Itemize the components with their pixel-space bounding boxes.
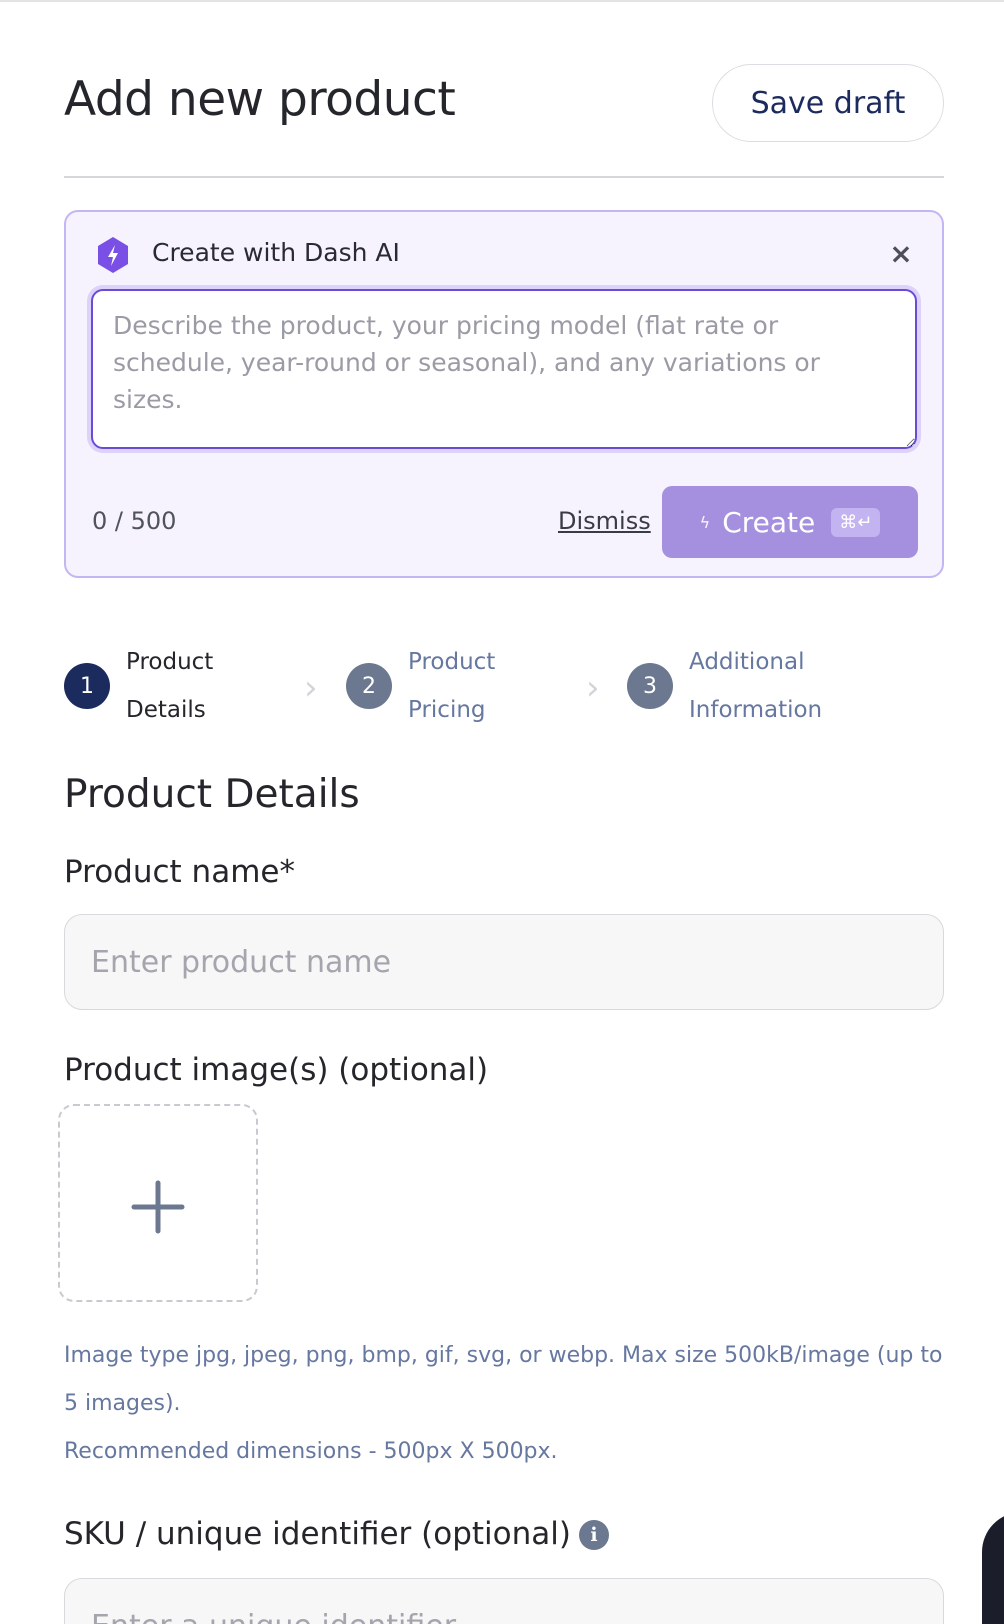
page-title: Add new product bbox=[64, 72, 456, 127]
image-upload-dropzone[interactable] bbox=[58, 1104, 258, 1302]
step-label: Additional Information bbox=[689, 649, 823, 723]
create-button[interactable]: ϟ Create ⌘↵ bbox=[662, 486, 918, 558]
section-title: Product Details bbox=[64, 772, 360, 817]
dash-ai-bolt-hexagon-icon bbox=[98, 237, 128, 273]
dash-ai-panel: Create with Dash AI × 0 / 500 Dismiss ϟ … bbox=[64, 210, 944, 578]
chevron-right-icon: › bbox=[586, 668, 600, 708]
step-product-details[interactable]: 1 Product Details bbox=[64, 638, 266, 734]
step-additional-information[interactable]: 3 Additional Information bbox=[627, 638, 859, 734]
close-icon[interactable]: × bbox=[881, 234, 921, 274]
sku-label: SKU / unique identifier (optional) bbox=[64, 1516, 571, 1552]
window-edge bbox=[982, 1512, 1004, 1624]
add-product-page: Add new product Save draft Create with D… bbox=[0, 0, 1004, 1624]
sku-input[interactable] bbox=[64, 1578, 944, 1624]
product-name-label: Product name* bbox=[64, 854, 295, 890]
dismiss-link[interactable]: Dismiss bbox=[558, 507, 651, 535]
header-divider bbox=[64, 176, 944, 178]
keyboard-shortcut-badge: ⌘↵ bbox=[831, 507, 881, 537]
step-label: Product Details bbox=[126, 649, 214, 723]
chevron-right-icon: › bbox=[304, 668, 318, 708]
image-type-help: Image type jpg, jpeg, png, bmp, gif, svg… bbox=[64, 1343, 943, 1416]
dash-ai-title: Create with Dash AI bbox=[152, 238, 400, 267]
info-icon[interactable]: i bbox=[578, 1520, 609, 1550]
create-button-label: Create bbox=[722, 505, 816, 539]
step-number: 2 bbox=[346, 663, 392, 709]
step-number: 1 bbox=[64, 663, 110, 709]
save-draft-button[interactable]: Save draft bbox=[712, 64, 944, 142]
step-product-pricing[interactable]: 2 Product Pricing bbox=[346, 638, 548, 734]
product-images-label: Product image(s) (optional) bbox=[64, 1052, 489, 1088]
image-dimensions-help: Recommended dimensions - 500px X 500px. bbox=[64, 1439, 558, 1464]
plus-icon bbox=[131, 1180, 185, 1234]
product-name-input[interactable] bbox=[64, 914, 944, 1010]
step-number: 3 bbox=[627, 663, 673, 709]
step-indicator: 1 Product Details › 2 Product Pricing › … bbox=[64, 638, 944, 738]
character-counter: 0 / 500 bbox=[92, 507, 177, 535]
bolt-icon: ϟ bbox=[699, 512, 711, 532]
ai-prompt-textarea[interactable] bbox=[91, 289, 917, 449]
step-label: Product Pricing bbox=[408, 649, 496, 723]
sku-label-row: SKU / unique identifier (optional) i bbox=[64, 1516, 609, 1552]
